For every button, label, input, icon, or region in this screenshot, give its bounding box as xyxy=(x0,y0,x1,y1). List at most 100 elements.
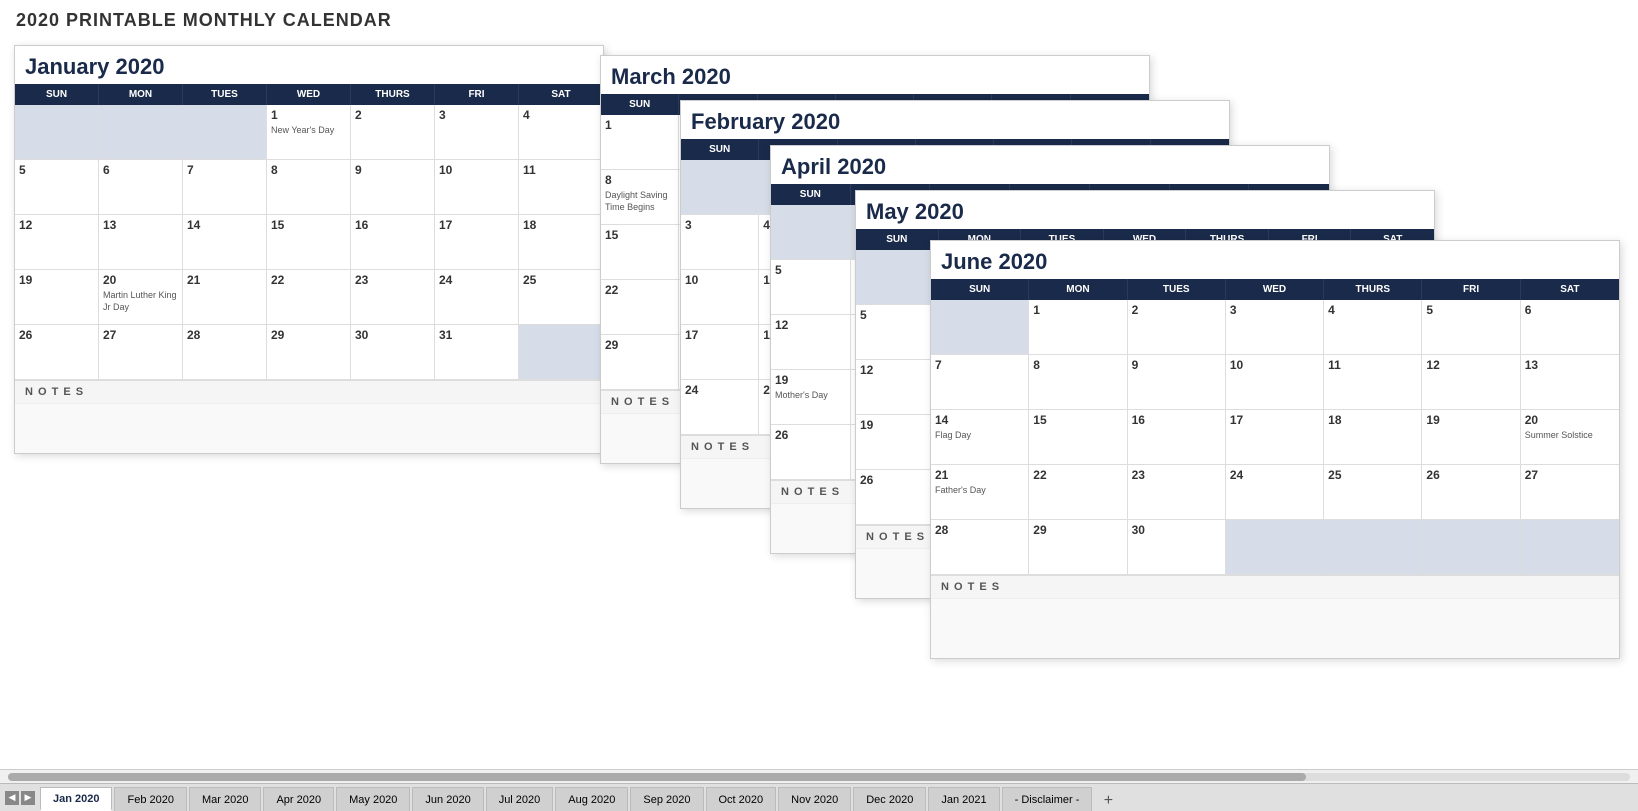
tab-nov2020[interactable]: Nov 2020 xyxy=(778,787,851,811)
table-row: 24 xyxy=(1226,465,1324,520)
table-row xyxy=(519,325,603,380)
table-row: 10 xyxy=(681,270,759,325)
table-row: 2 xyxy=(351,105,435,160)
march-title: March 2020 xyxy=(601,56,1149,94)
tab-oct2020[interactable]: Oct 2020 xyxy=(706,787,777,811)
table-row: 21 xyxy=(183,270,267,325)
tab-dec2020[interactable]: Dec 2020 xyxy=(853,787,926,811)
june-header: SUN MON TUES WED THURS FRI SAT xyxy=(931,279,1619,300)
table-row: 14Flag Day xyxy=(931,410,1029,465)
table-row: 25 xyxy=(519,270,603,325)
table-row: 28 xyxy=(931,520,1029,575)
table-row: 14 xyxy=(183,215,267,270)
table-row xyxy=(771,205,851,260)
scrollbar-track[interactable] xyxy=(8,773,1630,781)
table-row: 11 xyxy=(1324,355,1422,410)
table-row: 17 xyxy=(435,215,519,270)
table-row: 12 xyxy=(15,215,99,270)
table-row xyxy=(1226,520,1324,575)
table-row xyxy=(1521,520,1619,575)
table-row: 5 xyxy=(1422,300,1520,355)
tab-apr2020[interactable]: Apr 2020 xyxy=(263,787,334,811)
table-row: 15 xyxy=(1029,410,1127,465)
table-row: 21Father's Day xyxy=(931,465,1029,520)
table-row: 2 xyxy=(1128,300,1226,355)
table-row: 26 xyxy=(15,325,99,380)
tab-may2020[interactable]: May 2020 xyxy=(336,787,410,811)
table-row: 22 xyxy=(601,280,679,335)
table-row: 17 xyxy=(681,325,759,380)
table-row: 24 xyxy=(435,270,519,325)
table-row: 8 xyxy=(267,160,351,215)
table-row: 3 xyxy=(681,215,759,270)
table-row: 7 xyxy=(183,160,267,215)
table-row: 8 xyxy=(1029,355,1127,410)
table-row xyxy=(856,250,939,305)
jan-notes: N O T E S xyxy=(15,380,603,403)
table-row: 5 xyxy=(15,160,99,215)
table-row: 18 xyxy=(519,215,603,270)
header-thurs: THURS xyxy=(351,84,435,105)
table-row xyxy=(99,105,183,160)
scrollbar-thumb[interactable] xyxy=(8,773,1306,781)
tab-mar2020[interactable]: Mar 2020 xyxy=(189,787,261,811)
table-row: 30 xyxy=(351,325,435,380)
table-row: 16 xyxy=(351,215,435,270)
january-title: January 2020 xyxy=(15,46,603,84)
table-row: 31 xyxy=(435,325,519,380)
table-row: 13 xyxy=(1521,355,1619,410)
table-row: 9 xyxy=(1128,355,1226,410)
tab-jul2020[interactable]: Jul 2020 xyxy=(486,787,554,811)
table-row xyxy=(183,105,267,160)
table-row: 5 xyxy=(771,260,851,315)
table-row: 20Martin Luther King Jr Day xyxy=(99,270,183,325)
table-row: 1 xyxy=(601,115,679,170)
tab-jan2020[interactable]: Jan 2020 xyxy=(40,787,112,811)
table-row: 29 xyxy=(267,325,351,380)
may-title: May 2020 xyxy=(856,191,1434,229)
table-row: 7 xyxy=(931,355,1029,410)
table-row: 22 xyxy=(1029,465,1127,520)
tab-jan2021[interactable]: Jan 2021 xyxy=(928,787,999,811)
table-row: 17 xyxy=(1226,410,1324,465)
tab-nav-right[interactable]: ▶ xyxy=(21,791,35,805)
table-row: 29 xyxy=(601,335,679,390)
table-row: 22 xyxy=(267,270,351,325)
table-row: 13 xyxy=(99,215,183,270)
table-row: 16 xyxy=(1128,410,1226,465)
main-container: 2020 PRINTABLE MONTHLY CALENDAR January … xyxy=(0,0,1638,811)
table-row: 30 xyxy=(1128,520,1226,575)
table-row: 15 xyxy=(267,215,351,270)
tab-jun2020[interactable]: Jun 2020 xyxy=(412,787,483,811)
table-row: 27 xyxy=(99,325,183,380)
tab-disclaimer[interactable]: - Disclaimer - xyxy=(1002,787,1093,811)
tab-nav-left[interactable]: ◀ xyxy=(5,791,19,805)
table-row: 1 xyxy=(1029,300,1127,355)
table-row xyxy=(681,160,759,215)
tab-sep2020[interactable]: Sep 2020 xyxy=(630,787,703,811)
january-header: SUN MON TUES WED THURS FRI SAT xyxy=(15,84,603,105)
table-row: 11 xyxy=(519,160,603,215)
table-row: 19 xyxy=(1422,410,1520,465)
table-row xyxy=(931,300,1029,355)
header-sat: SAT xyxy=(519,84,603,105)
tab-nav: ◀ ▶ xyxy=(0,791,40,805)
calendar-june: June 2020 SUN MON TUES WED THURS FRI SAT… xyxy=(930,240,1620,659)
table-row: 27 xyxy=(1521,465,1619,520)
table-row: 5 xyxy=(856,305,939,360)
add-tab-button[interactable]: + xyxy=(1098,791,1118,811)
horizontal-scrollbar[interactable] xyxy=(0,769,1638,783)
february-title: February 2020 xyxy=(681,101,1229,139)
jan-week2: 5 6 7 8 9 10 11 xyxy=(15,160,603,215)
tabs-container: Jan 2020 Feb 2020 Mar 2020 Apr 2020 May … xyxy=(40,784,1638,811)
jan-week4: 19 20Martin Luther King Jr Day 21 22 23 … xyxy=(15,270,603,325)
tab-aug2020[interactable]: Aug 2020 xyxy=(555,787,628,811)
table-row: 6 xyxy=(99,160,183,215)
table-row: 25 xyxy=(1324,465,1422,520)
table-row: 29 xyxy=(1029,520,1127,575)
table-row: 19 xyxy=(15,270,99,325)
table-row: 15 xyxy=(601,225,679,280)
june-notes: N O T E S xyxy=(931,575,1619,598)
tab-feb2020[interactable]: Feb 2020 xyxy=(114,787,186,811)
june-title: June 2020 xyxy=(931,241,1619,279)
